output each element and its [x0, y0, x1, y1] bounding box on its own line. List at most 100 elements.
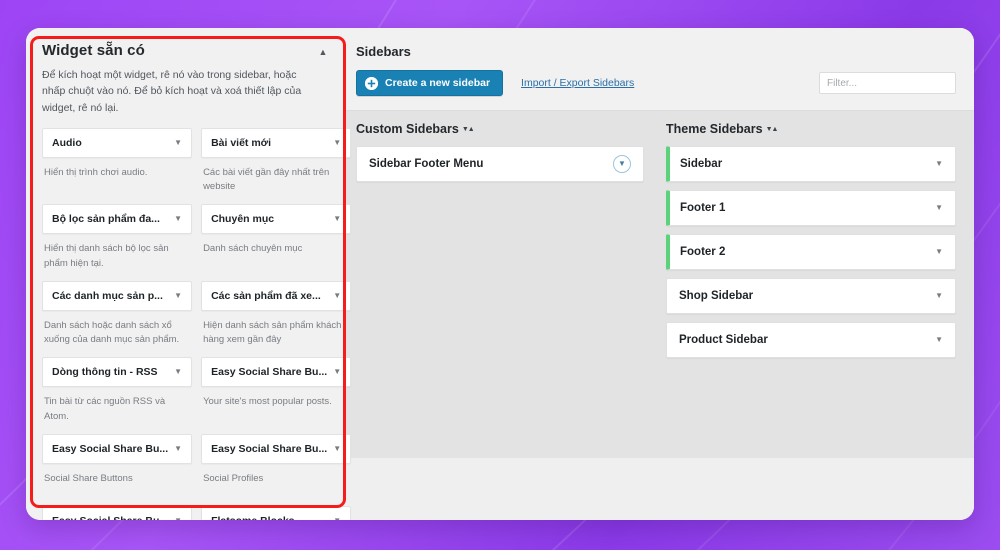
chevron-down-icon[interactable]: ▼ [327, 215, 341, 223]
widget-box[interactable]: Các danh mục sản p... ▼ [42, 280, 193, 311]
widget-grid: Audio ▼ Hiển thị trình chơi audio. Bài v… [42, 127, 352, 520]
widget-title: Easy Social Share Bu... [211, 366, 328, 379]
chevron-down-icon[interactable]: ▼ [168, 368, 182, 376]
widget-box[interactable]: Bài viết mới ▼ [201, 127, 352, 158]
widget-item[interactable]: Các danh mục sản p... ▼ Danh sách hoặc d… [42, 280, 193, 358]
sidebars-footer-space [346, 458, 974, 520]
widget-item[interactable]: Easy Social Share Bu... ▼ Social Profile… [201, 433, 352, 506]
chevron-down-icon[interactable]: ▼ [935, 160, 943, 168]
widget-description: Hiện danh sách sản phẩm khách hàng xem g… [203, 319, 342, 346]
sidebar-name: Footer 2 [680, 246, 726, 258]
widget-title: Bài viết mới [211, 136, 272, 149]
chevron-down-icon[interactable]: ▼ [327, 368, 341, 376]
widget-description: Danh sách chuyên mục [203, 243, 303, 255]
widget-title: Bộ lọc sản phẩm đa... [52, 213, 160, 226]
widget-title: Chuyên mục [211, 213, 275, 226]
widget-title: Easy Social Share Bu... [211, 442, 328, 455]
sidebars-toolbar: Create a new sidebar Import / Export Sid… [356, 70, 956, 96]
sidebar-row-product-sidebar[interactable]: Product Sidebar ▼ [666, 322, 956, 358]
chevron-down-icon[interactable]: ▼ [327, 516, 341, 520]
widget-description: Các bài viết gần đây nhất trên website [203, 166, 330, 193]
available-widgets-header: Widget sẵn có ▲ [42, 42, 330, 59]
widget-box[interactable]: Easy Social Share Bu... ▼ [201, 357, 352, 388]
widget-title: Easy Social Share Bu... [52, 515, 168, 520]
widget-title: Flatsome Blocks [211, 515, 294, 520]
widget-box[interactable]: Flatsome Blocks ▼ [201, 505, 352, 520]
widget-item[interactable]: Audio ▼ Hiển thị trình chơi audio. [42, 127, 193, 205]
app-window: Widget sẵn có ▲ Để kích hoạt một widget,… [26, 28, 974, 520]
widget-item[interactable]: Bộ lọc sản phẩm đa... ▼ Hiển thị danh sá… [42, 204, 193, 281]
sidebar-name: Footer 1 [680, 202, 726, 214]
widget-box[interactable]: Dòng thông tin - RSS ▼ [42, 357, 193, 388]
chevron-down-icon[interactable]: ▼ [935, 248, 943, 256]
import-export-sidebars-link[interactable]: Import / Export Sidebars [521, 77, 634, 89]
sidebar-row-footer-2[interactable]: Footer 2 ▼ [666, 234, 956, 270]
chevron-down-icon[interactable]: ▼ [168, 138, 182, 147]
widget-box[interactable]: Audio ▼ [42, 127, 193, 158]
chevron-down-icon[interactable]: ▼ [168, 516, 182, 520]
sidebars-body: Sidebar Footer Menu ▼ Sidebar ▼ Footer 1… [346, 146, 974, 458]
widget-item[interactable]: Các sản phẩm đã xe... ▼ Hiện danh sách s… [201, 280, 352, 358]
widget-box[interactable]: Các sản phẩm đã xe... ▼ [201, 280, 352, 311]
chevron-down-icon[interactable]: ▼ [935, 292, 943, 300]
widget-item[interactable]: Bài viết mới ▼ Các bài viết gần đây nhất… [201, 127, 352, 205]
widget-item[interactable]: Dòng thông tin - RSS ▼ Tin bài từ các ng… [42, 357, 193, 434]
chevron-down-icon[interactable]: ▼ [327, 138, 341, 147]
sidebar-row-sidebar[interactable]: Sidebar ▼ [666, 146, 956, 182]
widget-item[interactable]: Easy Social Share Bu... ▼ Draw subscribe… [42, 505, 193, 520]
widget-box[interactable]: Easy Social Share Bu... ▼ [201, 433, 352, 464]
custom-sidebars-label: Custom Sidebars [356, 122, 459, 136]
widget-description: Social Profiles [203, 472, 264, 484]
create-new-sidebar-button[interactable]: Create a new sidebar [356, 70, 504, 96]
widget-item[interactable]: Easy Social Share Bu... ▼ Social Share B… [42, 433, 193, 506]
chevron-down-icon[interactable]: ▼ [935, 336, 943, 344]
chevron-down-icon[interactable]: ▼ [168, 291, 182, 300]
widget-box[interactable]: Easy Social Share Bu... ▼ [42, 505, 193, 520]
widget-box[interactable]: Bộ lọc sản phẩm đa... ▼ [42, 204, 193, 235]
widget-box[interactable]: Chuyên mục ▼ [201, 204, 352, 235]
plus-circle-icon [365, 76, 378, 90]
sort-arrows-icon[interactable]: ▼▲ [462, 126, 475, 133]
widget-description: Danh sách hoặc danh sách xổ xuống của da… [44, 319, 180, 346]
chevron-down-icon[interactable]: ▼ [327, 291, 341, 300]
page-title: Widget sẵn có [42, 42, 145, 59]
sidebars-panel: Sidebars Create a new sidebar Import / E… [346, 28, 974, 520]
sidebar-name: Sidebar Footer Menu [369, 158, 484, 170]
sidebars-header: Sidebars Create a new sidebar Import / E… [346, 28, 974, 110]
sort-arrows-icon[interactable]: ▼▲ [766, 126, 779, 133]
available-widgets-description: Để kích hoạt một widget, rê nó vào trong… [42, 69, 302, 114]
chevron-down-circle-icon[interactable]: ▼ [613, 155, 631, 173]
chevron-down-icon[interactable]: ▼ [935, 204, 943, 212]
custom-sidebars-column-header[interactable]: Custom Sidebars ▼▲ [356, 122, 666, 136]
sidebar-name: Sidebar [680, 158, 723, 170]
widget-title: Dòng thông tin - RSS [52, 366, 158, 379]
sidebar-row-shop-sidebar[interactable]: Shop Sidebar ▼ [666, 278, 956, 314]
theme-sidebars-column-header[interactable]: Theme Sidebars ▼▲ [666, 122, 956, 136]
chevron-down-icon[interactable]: ▼ [168, 215, 182, 223]
sidebars-columns-header: Custom Sidebars ▼▲ Theme Sidebars ▼▲ [346, 110, 974, 146]
chevron-down-icon[interactable]: ▼ [327, 444, 341, 453]
widget-item[interactable]: Chuyên mục ▼ Danh sách chuyên mục [201, 204, 352, 281]
sidebar-row-footer-1[interactable]: Footer 1 ▼ [666, 190, 956, 226]
sidebar-name: Product Sidebar [679, 334, 768, 346]
triangle-up-icon[interactable]: ▲ [316, 45, 330, 59]
widget-description: Social Share Buttons [44, 472, 133, 484]
widget-title: Các sản phẩm đã xe... [211, 289, 321, 302]
sidebars-title: Sidebars [356, 44, 411, 59]
chevron-down-icon[interactable]: ▼ [168, 444, 182, 453]
widget-description: Tin bài từ các nguồn RSS và Atom. [44, 396, 166, 422]
sidebar-row-footer-menu[interactable]: Sidebar Footer Menu ▼ [356, 146, 644, 182]
widget-title: Các danh mục sản p... [52, 289, 163, 302]
widget-item[interactable]: Easy Social Share Bu... ▼ Your site's mo… [201, 357, 352, 434]
filter-input[interactable] [819, 72, 956, 94]
theme-sidebars-list: Sidebar ▼ Footer 1 ▼ Footer 2 ▼ Shop Sid… [666, 146, 956, 458]
widget-item[interactable]: Flatsome Blocks ▼ A widget that displays… [201, 505, 352, 520]
widget-title: Audio [52, 136, 82, 149]
available-widgets-panel: Widget sẵn có ▲ Để kích hoạt một widget,… [26, 28, 352, 520]
widget-title: Easy Social Share Bu... [52, 442, 169, 455]
widget-box[interactable]: Easy Social Share Bu... ▼ [42, 433, 193, 464]
widget-description: Hiển thị trình chơi audio. [44, 166, 148, 178]
theme-sidebars-label: Theme Sidebars [666, 122, 763, 136]
custom-sidebars-list: Sidebar Footer Menu ▼ [356, 146, 666, 458]
create-new-sidebar-label: Create a new sidebar [385, 77, 491, 89]
